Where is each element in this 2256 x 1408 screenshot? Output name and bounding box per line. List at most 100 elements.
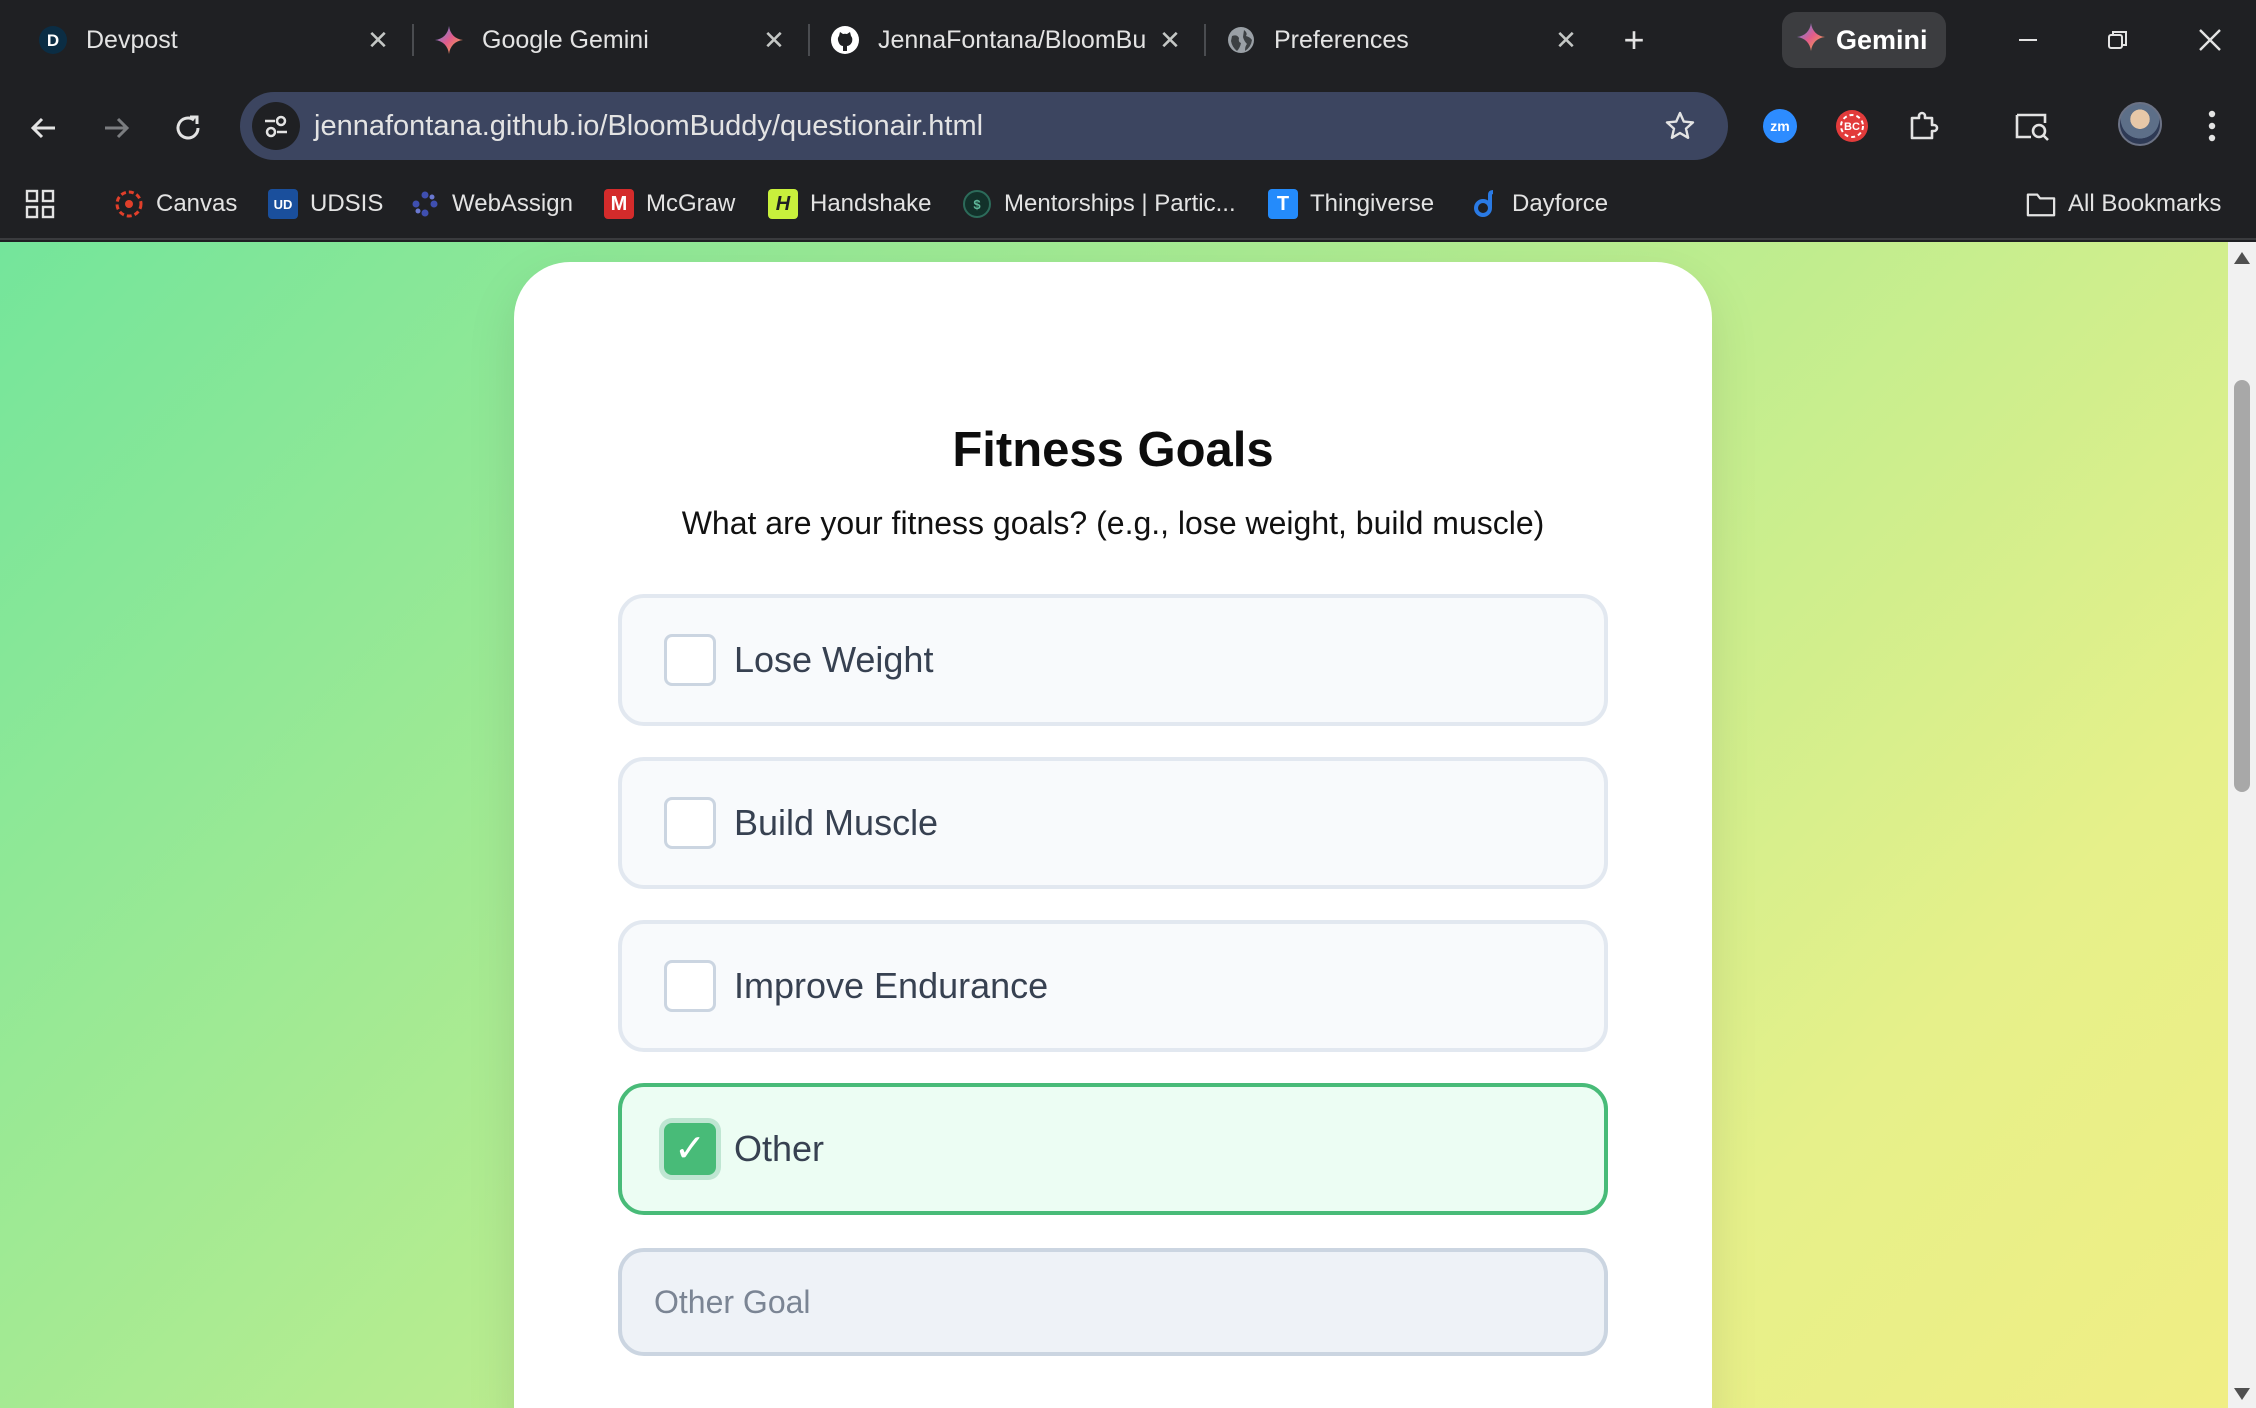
gemini-button-label: Gemini — [1836, 24, 1928, 55]
other-goal-input[interactable] — [618, 1248, 1608, 1356]
tab-github[interactable]: JennaFontana/BloomBu ✕ — [808, 8, 1204, 72]
option-label: Build Muscle — [734, 802, 939, 843]
checkbox-checked[interactable]: ✓ — [664, 1123, 716, 1175]
checkbox[interactable] — [664, 960, 716, 1012]
gemini-button[interactable]: Gemini — [1782, 12, 1946, 68]
bookmark-label: McGraw — [646, 190, 736, 217]
kebab-menu-icon — [2208, 110, 2216, 142]
webassign-icon — [410, 189, 440, 219]
bc-extension-button[interactable]: BC — [1830, 104, 1874, 148]
search-tabs-button[interactable] — [2010, 104, 2054, 148]
extensions-button[interactable] — [1902, 104, 1946, 148]
bookmark-canvas[interactable]: Canvas — [114, 182, 237, 226]
svg-text:zm: zm — [1770, 118, 1789, 134]
option-build-muscle[interactable]: Build Muscle — [618, 757, 1608, 889]
bookmark-handshake[interactable]: H Handshake — [768, 182, 931, 226]
close-icon[interactable]: ✕ — [358, 20, 398, 60]
mentorships-icon: $ — [962, 189, 992, 219]
gemini-sparkle-icon — [434, 25, 464, 55]
handshake-icon: H — [768, 189, 798, 219]
arrow-right-icon — [105, 117, 130, 139]
tab-title: Devpost — [86, 25, 178, 54]
page-scrollbar[interactable] — [2228, 242, 2256, 1408]
option-improve-endurance[interactable]: Improve Endurance — [618, 920, 1608, 1052]
bookmark-thingiverse[interactable]: T Thingiverse — [1268, 182, 1434, 226]
folder-icon — [2026, 189, 2056, 219]
back-button[interactable] — [20, 104, 68, 152]
close-icon — [2199, 29, 2221, 51]
option-other[interactable]: ✓ Other — [618, 1083, 1608, 1215]
all-bookmarks-label: All Bookmarks — [2068, 190, 2222, 217]
scroll-up-arrow-icon[interactable] — [2234, 252, 2250, 264]
minimize-button[interactable] — [2000, 12, 2056, 68]
bc-icon: BC — [1836, 110, 1868, 142]
option-label: Improve Endurance — [734, 965, 1049, 1006]
svg-text:BC: BC — [1844, 121, 1860, 133]
reload-icon — [176, 115, 200, 140]
close-icon[interactable]: ✕ — [754, 20, 794, 60]
bookmark-label: Dayforce — [1512, 190, 1609, 217]
checkbox[interactable] — [664, 634, 716, 686]
bookmark-mcgraw[interactable]: M McGraw — [604, 182, 735, 226]
tab-strip: D Devpost ✕ Google Gemini ✕ JennaFontana… — [0, 0, 2256, 80]
bookmark-label: Canvas — [156, 190, 238, 217]
all-bookmarks-button[interactable]: All Bookmarks — [2026, 182, 2221, 226]
close-window-button[interactable] — [2182, 12, 2238, 68]
udsis-icon: UD — [268, 189, 298, 219]
bookmark-udsis[interactable]: UD UDSIS — [268, 182, 383, 226]
arrow-left-icon — [30, 117, 55, 139]
bookmark-dayforce[interactable]: Dayforce — [1470, 182, 1608, 226]
new-tab-button[interactable]: + — [1612, 18, 1656, 62]
close-icon[interactable]: ✕ — [1150, 20, 1190, 60]
page-viewport: Fitness Goals What are your fitness goal… — [0, 242, 2228, 1408]
bookmark-label: UDSIS — [310, 190, 384, 217]
tab-title: Google Gemini — [482, 25, 649, 54]
option-lose-weight[interactable]: Lose Weight — [618, 594, 1608, 726]
forward-button[interactable] — [92, 104, 140, 152]
bookmark-label: Thingiverse — [1310, 190, 1435, 217]
close-icon[interactable]: ✕ — [1546, 20, 1586, 60]
question-text: What are your fitness goals? (e.g., lose… — [681, 505, 1545, 541]
tab-title: Preferences — [1274, 25, 1409, 54]
address-bar[interactable]: jennafontana.github.io/BloomBuddy/questi… — [240, 92, 1728, 160]
site-settings-button[interactable] — [252, 102, 300, 150]
checkbox[interactable] — [664, 797, 716, 849]
bookmark-mentorships[interactable]: $ Mentorships | Partic... — [962, 182, 1236, 226]
url-text[interactable]: jennafontana.github.io/BloomBuddy/questi… — [314, 110, 983, 143]
tune-icon — [265, 115, 287, 138]
zoom-icon: zm — [1763, 109, 1797, 143]
zoom-extension-button[interactable]: zm — [1758, 104, 1802, 148]
bookmark-label: WebAssign — [452, 190, 573, 217]
devpost-icon: D — [38, 25, 68, 55]
svg-text:$: $ — [973, 197, 981, 212]
page-title: Fitness Goals — [952, 423, 1274, 477]
scrollbar-thumb[interactable] — [2234, 380, 2250, 792]
menu-button[interactable] — [2190, 104, 2234, 148]
apps-button[interactable] — [24, 182, 56, 226]
globe-icon — [1226, 25, 1256, 55]
tab-preferences[interactable]: Preferences ✕ — [1204, 8, 1600, 72]
tab-title: JennaFontana/BloomBu — [878, 25, 1147, 54]
scroll-down-arrow-icon[interactable] — [2234, 1388, 2250, 1400]
option-label: Other — [734, 1128, 825, 1169]
tab-devpost[interactable]: D Devpost ✕ — [16, 8, 412, 72]
questionnaire-card: Fitness Goals What are your fitness goal… — [514, 262, 1712, 1408]
puzzle-icon — [1910, 111, 1939, 140]
search-tabs-icon — [2015, 113, 2049, 141]
option-label: Lose Weight — [734, 639, 934, 680]
bookmark-webassign[interactable]: WebAssign — [410, 182, 573, 226]
tab-google-gemini[interactable]: Google Gemini ✕ — [412, 8, 808, 72]
dayforce-icon — [1470, 189, 1500, 219]
apps-grid-icon — [25, 189, 55, 219]
bookmark-label: Handshake — [810, 190, 932, 217]
bookmarks-bar: Canvas UD UDSIS WebAssign M McGraw H Han… — [0, 172, 2256, 240]
restore-button[interactable] — [2090, 12, 2146, 68]
thingiverse-icon: T — [1268, 189, 1298, 219]
mcgraw-icon: M — [604, 189, 634, 219]
browser-toolbar: jennafontana.github.io/BloomBuddy/questi… — [0, 80, 2256, 172]
canvas-icon — [114, 189, 144, 219]
profile-avatar[interactable] — [2118, 102, 2162, 146]
checkmark-icon: ✓ — [674, 1128, 706, 1170]
bookmark-star-button[interactable] — [1662, 108, 1698, 144]
reload-button[interactable] — [164, 104, 212, 152]
